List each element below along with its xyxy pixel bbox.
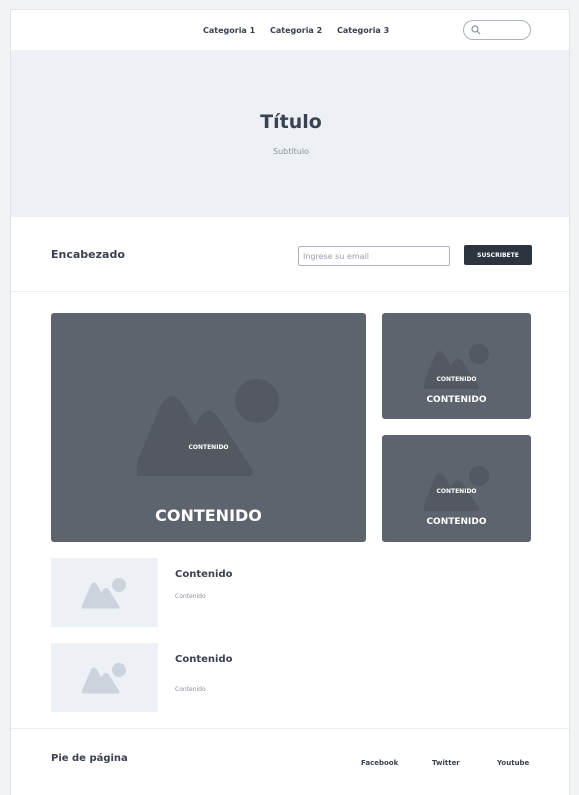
- thumbnail: [51, 558, 158, 627]
- nav-link-categoria-2[interactable]: Categoria 2: [270, 26, 322, 35]
- image-placeholder-icon: [424, 344, 489, 389]
- footer-link-youtube[interactable]: Youtube: [497, 759, 529, 767]
- image-placeholder-icon: [82, 578, 126, 609]
- card-caption: CONTENIDO: [426, 395, 487, 405]
- nav-link-categoria-1[interactable]: Categoria 1: [203, 26, 255, 35]
- hero-banner: Título Subtítulo: [11, 50, 569, 217]
- card-inner-label: CONTENIDO: [436, 488, 477, 495]
- footer-link-twitter[interactable]: Twitter: [432, 759, 460, 767]
- card-caption: CONTENIDO: [426, 517, 487, 527]
- card-inner-label: CONTENIDO: [436, 376, 477, 383]
- list-item[interactable]: Contenido Contenido: [51, 558, 531, 628]
- list-item-title: Contenido: [175, 569, 233, 580]
- list-item[interactable]: Contenido Contenido: [51, 643, 531, 713]
- featured-card-main[interactable]: CONTENIDO CONTENIDO: [51, 313, 366, 542]
- nav-link-categoria-3[interactable]: Categoria 3: [337, 26, 389, 35]
- page-frame: Categoria 1 Categoria 2 Categoria 3 Títu…: [10, 9, 570, 795]
- hero-subtitle: Subtítulo: [273, 147, 309, 156]
- featured-card-side-1[interactable]: CONTENIDO CONTENIDO: [382, 313, 531, 419]
- featured-card-side-2[interactable]: CONTENIDO CONTENIDO: [382, 435, 531, 542]
- top-nav: Categoria 1 Categoria 2 Categoria 3: [11, 10, 569, 50]
- search-icon: [471, 25, 481, 35]
- subscribe-button[interactable]: SUSCRIBETE: [464, 245, 532, 265]
- list-item-text: Contenido: [175, 593, 206, 600]
- subscribe-section: Encabezado SUSCRIBETE: [11, 217, 569, 292]
- thumbnail: [51, 643, 158, 712]
- card-inner-label: CONTENIDO: [188, 444, 229, 451]
- subscribe-heading: Encabezado: [51, 248, 125, 261]
- image-placeholder-icon: [82, 663, 126, 694]
- list-item-title: Contenido: [175, 654, 233, 665]
- email-field[interactable]: [298, 246, 450, 266]
- search-input[interactable]: [463, 20, 531, 40]
- footer-heading: Pie de página: [51, 753, 128, 764]
- image-placeholder-icon: [137, 379, 279, 476]
- footer-link-facebook[interactable]: Facebook: [361, 759, 398, 767]
- page-footer: Pie de página Facebook Twitter Youtube: [11, 728, 569, 795]
- card-caption: CONTENIDO: [155, 506, 262, 525]
- hero-title: Título: [260, 111, 322, 133]
- list-item-text: Contenido: [175, 686, 206, 693]
